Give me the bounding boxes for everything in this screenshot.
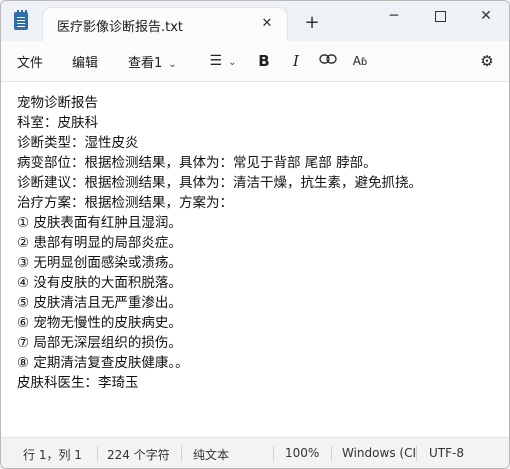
settings-icon[interactable]: ⚙ (478, 51, 496, 71)
menu-file[interactable]: 文件 (17, 52, 43, 71)
minimize-button[interactable]: ─ (371, 1, 417, 33)
notepad-window: 医疗影像诊断报告.txt ✕ + ─ ✕ 文件 编辑 查看1 ⌄ ☰ ⌄ B I A… (0, 0, 510, 469)
text-line: 治疗方案：根据检测结果，方案为： (17, 195, 233, 211)
status-divider (416, 446, 417, 461)
text-line: ⑤ 皮肤清洁且无严重渗出。 (17, 295, 182, 311)
encoding: UTF-8 (429, 446, 464, 460)
notepad-app-icon (14, 10, 28, 30)
line-ending: Windows (CI (342, 446, 416, 460)
menu-bar: 文件 编辑 查看1 ⌄ ☰ ⌄ B I Aɓ ⚙ (1, 41, 509, 82)
chevron-down-icon: ⌄ (168, 59, 177, 70)
menu-view-label: 查看 (128, 56, 155, 71)
status-divider (97, 446, 98, 461)
view-indicator: 1 (154, 56, 163, 71)
italic-button[interactable]: I (289, 51, 303, 71)
text-line: 诊断建议：根据检测结果，具体为：清洁干燥，抗生素，避免抓挠。 (17, 175, 422, 191)
text-line: ① 皮肤表面有红肿且湿润。 (17, 215, 182, 231)
text-line: ⑦ 局部无深层组织的损伤。 (17, 335, 182, 351)
tab-document[interactable]: 医疗影像诊断报告.txt ✕ (43, 8, 287, 41)
new-tab-button[interactable]: + (301, 12, 323, 34)
spellcheck-icon: A (352, 54, 361, 68)
status-divider (181, 446, 182, 461)
status-divider (273, 446, 274, 461)
text-format: 纯文本 (193, 448, 230, 462)
menu-edit[interactable]: 编辑 (72, 52, 98, 71)
text-line: 科室：皮肤科 (17, 115, 98, 131)
text-editor[interactable]: 宠物诊断报告 科室：皮肤科 诊断类型：湿性皮炎 病变部位：根据检测结果，具体为：… (1, 82, 509, 436)
text-line: ③ 无明显创面感染或溃疡。 (17, 255, 182, 271)
text-line: 病变部位：根据检测结果，具体为：常见于背部 尾部 脖部。 (17, 155, 377, 171)
tab-close-icon[interactable]: ✕ (257, 14, 277, 34)
menu-view[interactable]: 查看1 ⌄ (128, 52, 177, 71)
maximize-icon (434, 10, 446, 22)
chevron-down-icon: ⌄ (228, 57, 237, 68)
status-bar: 行 1，列 1 224 个字符 纯文本 100% Windows (CI UTF… (1, 437, 509, 468)
list-icon: ☰ (209, 53, 223, 69)
zoom-level[interactable]: 100% (285, 446, 319, 460)
character-count: 224 个字符 (107, 448, 170, 462)
link-icon (319, 54, 337, 64)
text-line: 皮肤科医生：李琦玉 (17, 375, 139, 391)
text-line: 诊断类型：湿性皮炎 (17, 135, 139, 151)
text-line: ⑥ 宠物无慢性的皮肤病史。 (17, 315, 182, 331)
maximize-button[interactable] (417, 1, 463, 33)
close-window-button[interactable]: ✕ (463, 1, 509, 33)
spellcheck-button[interactable]: Aɓ (351, 51, 369, 71)
link-button[interactable] (318, 51, 338, 71)
bold-button[interactable]: B (257, 51, 271, 71)
tab-title: 医疗影像诊断报告.txt (57, 20, 184, 35)
title-bar: 医疗影像诊断报告.txt ✕ + ─ ✕ (1, 1, 509, 41)
list-format-button[interactable]: ☰ ⌄ (201, 51, 245, 71)
status-divider (331, 446, 332, 461)
cursor-position: 行 1，列 1 (23, 448, 82, 462)
text-line: ⑧ 定期清洁复查皮肤健康。。 (17, 355, 189, 371)
text-line: ④ 没有皮肤的大面积脱落。 (17, 275, 182, 291)
text-line: 宠物诊断报告 (17, 95, 98, 111)
text-line: ② 患部有明显的局部炎症。 (17, 235, 182, 251)
